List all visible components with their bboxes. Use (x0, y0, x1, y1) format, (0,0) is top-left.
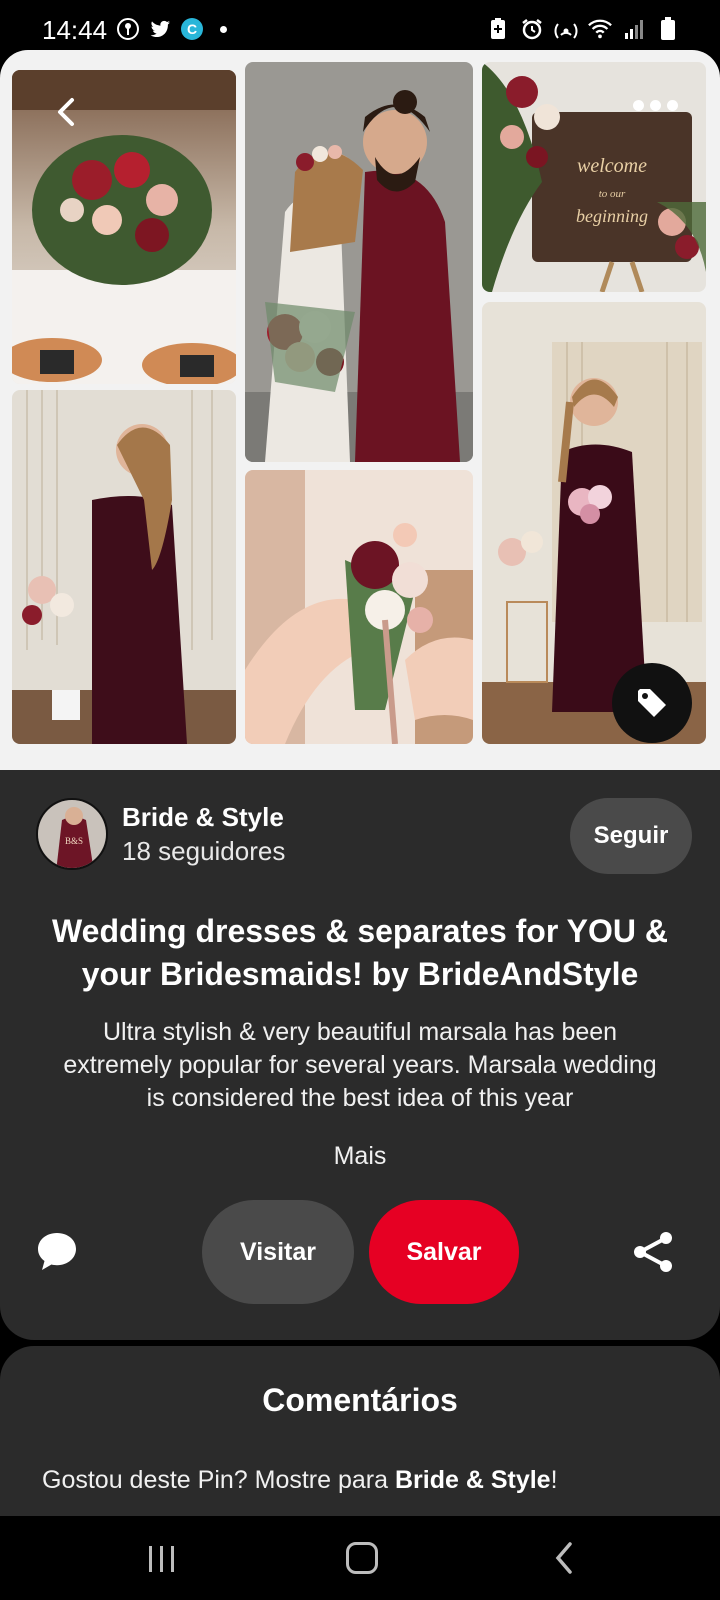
system-nav-bar (0, 1516, 720, 1600)
creator-text: Bride & Style 18 seguidores (122, 800, 285, 868)
shop-tag-button[interactable] (612, 663, 692, 743)
comments-prompt-suffix: ! (550, 1466, 558, 1494)
nav-back-button[interactable] (548, 1540, 584, 1576)
alarm-icon (520, 17, 544, 41)
vpn-key-icon (116, 17, 140, 41)
svg-text:beginning: beginning (576, 206, 648, 226)
couple-photo (245, 62, 473, 462)
more-dot-icon (667, 100, 678, 111)
svg-text:to our: to our (599, 188, 626, 200)
status-time: 14:44 (42, 15, 108, 45)
svg-text:C: C (187, 21, 197, 37)
creator-info[interactable]: B&S Bride & Style 18 seguidores (36, 798, 285, 870)
wifi-icon (588, 17, 612, 41)
comments-prompt-prefix: Gostou deste Pin? Mostre para (42, 1466, 395, 1494)
comments-section: Comentários Gostou deste Pin? Mostre par… (0, 1346, 720, 1516)
visit-button[interactable]: Visitar (202, 1200, 354, 1304)
follower-count: 18 seguidores (122, 836, 286, 866)
more-options-button[interactable] (633, 100, 678, 111)
comments-prompt: Gostou deste Pin? Mostre para Bride & St… (42, 1466, 558, 1495)
comments-title: Comentários (262, 1382, 458, 1418)
more-link[interactable]: Mais (0, 1142, 720, 1171)
signal-icon (622, 17, 646, 41)
battery-saver-icon (486, 17, 510, 41)
hotspot-icon (554, 17, 578, 41)
more-dot-icon (633, 100, 644, 111)
avatar[interactable]: B&S (36, 798, 108, 870)
notification-dot (220, 25, 227, 33)
creator-name[interactable]: Bride & Style (122, 800, 285, 834)
twitter-icon (148, 17, 172, 41)
status-left-icons: C (116, 17, 227, 41)
save-button[interactable]: Salvar (369, 1200, 519, 1304)
follow-button[interactable]: Seguir (570, 798, 692, 874)
comment-icon[interactable] (36, 1230, 78, 1272)
action-row: Visitar Salvar (0, 1200, 720, 1304)
pin-image[interactable]: welcome to our beginning (0, 50, 720, 770)
pin-description: Ultra stylish & very beautiful marsala h… (63, 1018, 657, 1112)
svg-text:welcome: welcome (577, 155, 647, 177)
pin-title: Wedding dresses & separates for YOU & yo… (52, 913, 668, 992)
status-right-icons (486, 17, 680, 41)
app-c-icon: C (180, 17, 204, 41)
recent-apps-button[interactable] (146, 1544, 178, 1574)
welcome-sign-photo: welcome to our beginning (482, 62, 706, 292)
share-icon[interactable] (632, 1230, 676, 1274)
bouquet-photo (245, 470, 473, 744)
tag-icon (638, 689, 666, 717)
bridesmaid-back-photo (12, 390, 236, 744)
back-button[interactable] (46, 92, 86, 132)
comments-prompt-creator[interactable]: Bride & Style (395, 1466, 551, 1494)
more-dot-icon (650, 100, 661, 111)
home-button[interactable] (346, 1542, 378, 1574)
svg-text:B&S: B&S (65, 836, 83, 846)
pin-details-panel: B&S Bride & Style 18 seguidores Seguir W… (0, 770, 720, 1340)
battery-icon (656, 17, 680, 41)
